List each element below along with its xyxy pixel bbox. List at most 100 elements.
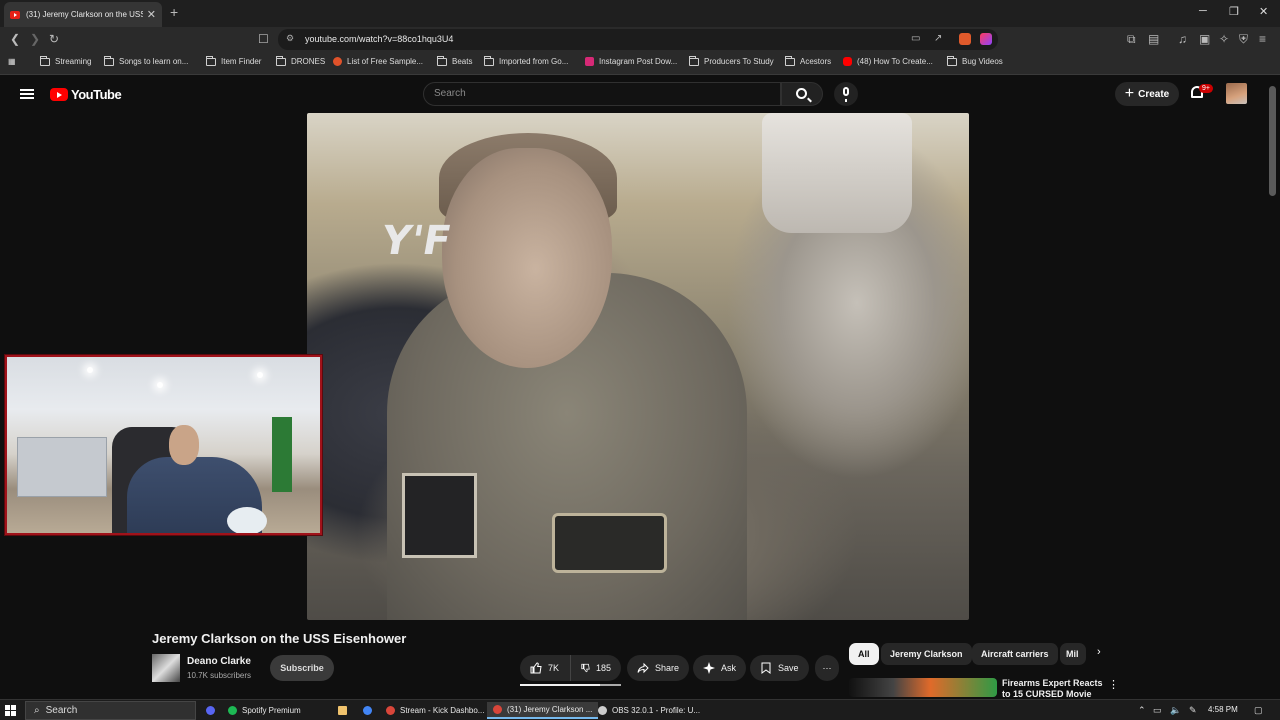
cast-icon[interactable]: ▭ [911, 33, 920, 44]
search-input[interactable] [434, 88, 764, 99]
save-button[interactable]: Save [750, 655, 809, 681]
taskbar-obs[interactable]: OBS 32.0.1 - Profile: U... [592, 702, 706, 719]
bookmark-item-finder[interactable]: Item Finder [206, 55, 261, 66]
bookmark-page-icon[interactable]: ☐ [258, 32, 269, 46]
share-icon [637, 662, 649, 674]
bookmark-beats[interactable]: Beats [437, 55, 472, 66]
taskbar-youtube-tab[interactable]: (31) Jeremy Clarkson ... [487, 702, 599, 719]
minimize-button[interactable]: ─ [1199, 5, 1207, 17]
rewards-icon[interactable] [980, 33, 992, 45]
youtube-logo-icon[interactable] [50, 88, 68, 101]
reload-icon[interactable]: ↻ [49, 32, 59, 46]
bookmark-how-to-create[interactable]: (48) How To Create... [843, 57, 933, 66]
back-icon[interactable]: ❮ [10, 32, 20, 46]
create-button[interactable]: + Create [1115, 82, 1179, 106]
webcam-overlay [5, 355, 322, 535]
taskbar-search[interactable]: ⌕ Search [25, 701, 196, 720]
folder-icon [206, 55, 216, 66]
ask-button[interactable]: Ask [693, 655, 747, 681]
bookmark-free-samples[interactable]: List of Free Sample... [333, 57, 423, 66]
folder-icon [104, 55, 114, 66]
video-player[interactable]: Y'F [307, 113, 969, 620]
obs-icon [598, 706, 607, 715]
bookmark-songs[interactable]: Songs to learn on... [104, 55, 188, 66]
share-page-icon[interactable]: ↗ [934, 33, 942, 44]
recommended-menu-icon[interactable]: ⋮ [1108, 678, 1119, 691]
spotify-icon [228, 706, 237, 715]
address-bar[interactable]: ⚙ youtube.com/watch?v=88co1hqu3U4 ▭ ↗ [278, 29, 998, 50]
new-tab-button[interactable]: + [170, 4, 178, 20]
channel-avatar[interactable] [152, 654, 180, 682]
vpn-icon[interactable]: ⛨ [1239, 32, 1248, 47]
sidebar-icon[interactable]: ▤ [1148, 32, 1159, 46]
video-frame-background-person [762, 113, 912, 233]
bookmark-acestors[interactable]: Acestors [785, 55, 831, 66]
subscribe-button[interactable]: Subscribe [270, 655, 334, 681]
taskbar-spotify[interactable]: Spotify Premium [222, 702, 307, 719]
forward-icon[interactable]: ❯ [30, 32, 40, 46]
restore-button[interactable]: ❐ [1229, 5, 1239, 18]
tray-device-icon[interactable]: ▭ [1153, 705, 1162, 716]
apps-icon[interactable]: ▦ [8, 57, 16, 66]
tab-close-icon[interactable]: ✕ [147, 8, 156, 21]
pen-icon[interactable]: ✎ [1189, 705, 1197, 716]
windows-start-icon[interactable] [5, 705, 16, 716]
site-icon [585, 57, 594, 66]
leo-ai-icon[interactable]: ✧ [1219, 32, 1229, 46]
menu-icon[interactable]: ≡ [1259, 32, 1266, 46]
url-text: youtube.com/watch?v=88co1hqu3U4 [305, 34, 454, 44]
chip-all[interactable]: All [849, 643, 879, 665]
bookmark-drones[interactable]: DRONES [276, 55, 325, 66]
discord-icon [206, 706, 215, 715]
volume-icon[interactable]: 🔈 [1170, 705, 1181, 716]
search-box[interactable] [423, 82, 781, 106]
taskbar-clock[interactable]: 4:58 PM [1208, 705, 1238, 714]
wallet-icon[interactable]: ▣ [1199, 32, 1210, 46]
voice-search-button[interactable] [834, 82, 858, 106]
site-info-icon[interactable]: ⚙ [286, 33, 294, 44]
bookmark-bug-videos[interactable]: Bug Videos [947, 55, 1003, 66]
scrollbar-thumb[interactable] [1269, 86, 1276, 196]
bookmark-producers[interactable]: Producers To Study [689, 55, 774, 66]
channel-name[interactable]: Deano Clarke [187, 656, 251, 667]
webcam-green-screen [272, 417, 292, 492]
browser-tab-active[interactable]: (31) Jeremy Clarkson on the USS ✕ [4, 2, 162, 27]
like-button[interactable]: 7K [520, 655, 570, 681]
brave-shield-icon[interactable] [959, 33, 971, 45]
windows-taskbar: ⌕ Search Spotify Premium Stream - Kick D… [0, 699, 1280, 720]
notification-center-icon[interactable]: ▢ [1254, 705, 1263, 716]
bookmark-streaming[interactable]: Streaming [40, 55, 91, 66]
bookmark-imported[interactable]: Imported from Go... [484, 55, 568, 66]
brave-icon [493, 705, 502, 714]
browser-toolbar: ❮ ❯ ↻ ☐ ⚙ youtube.com/watch?v=88co1hqu3U… [0, 27, 1280, 52]
chip-next-icon[interactable]: › [1097, 646, 1101, 658]
tab-title: (31) Jeremy Clarkson on the USS [26, 10, 143, 19]
chip-military[interactable]: Mil [1060, 643, 1086, 665]
search-button[interactable] [781, 82, 823, 106]
dislike-button[interactable]: 185 [570, 655, 621, 681]
folder-icon [437, 55, 447, 66]
taskbar-file-explorer[interactable] [332, 702, 358, 719]
taskbar-kick-dashboard[interactable]: Stream - Kick Dashbo... [380, 702, 490, 719]
close-window-button[interactable]: ✕ [1259, 5, 1268, 18]
browser-tab-strip: (31) Jeremy Clarkson on the USS ✕ + ─ ❐ … [0, 0, 1280, 27]
hamburger-menu-icon[interactable] [20, 89, 34, 99]
chip-jeremy-clarkson[interactable]: Jeremy Clarkson [881, 643, 972, 665]
chip-aircraft-carriers[interactable]: Aircraft carriers [972, 643, 1058, 665]
recommended-title[interactable]: Firearms Expert Reacts to 15 CURSED Movi… [1002, 678, 1112, 697]
youtube-header: YouTube +Create 9+ [0, 76, 1280, 112]
extensions-icon[interactable]: ⧉ [1127, 32, 1136, 47]
account-avatar[interactable] [1226, 83, 1247, 104]
brave-icon [386, 706, 395, 715]
tray-overflow-icon[interactable]: ⌃ [1138, 705, 1146, 716]
more-actions-button[interactable]: ⋯ [815, 655, 839, 681]
youtube-logo-text[interactable]: YouTube [71, 87, 122, 102]
bookmark-instagram[interactable]: Instagram Post Dow... [585, 57, 677, 66]
folder-icon [40, 55, 50, 66]
share-button[interactable]: Share [627, 655, 690, 681]
ceiling-light [87, 367, 93, 373]
page-scrollbar[interactable] [1266, 76, 1280, 698]
recommended-thumbnail[interactable] [849, 678, 997, 697]
plus-icon: + [1124, 85, 1135, 102]
media-icon[interactable]: ♫ [1178, 32, 1187, 46]
